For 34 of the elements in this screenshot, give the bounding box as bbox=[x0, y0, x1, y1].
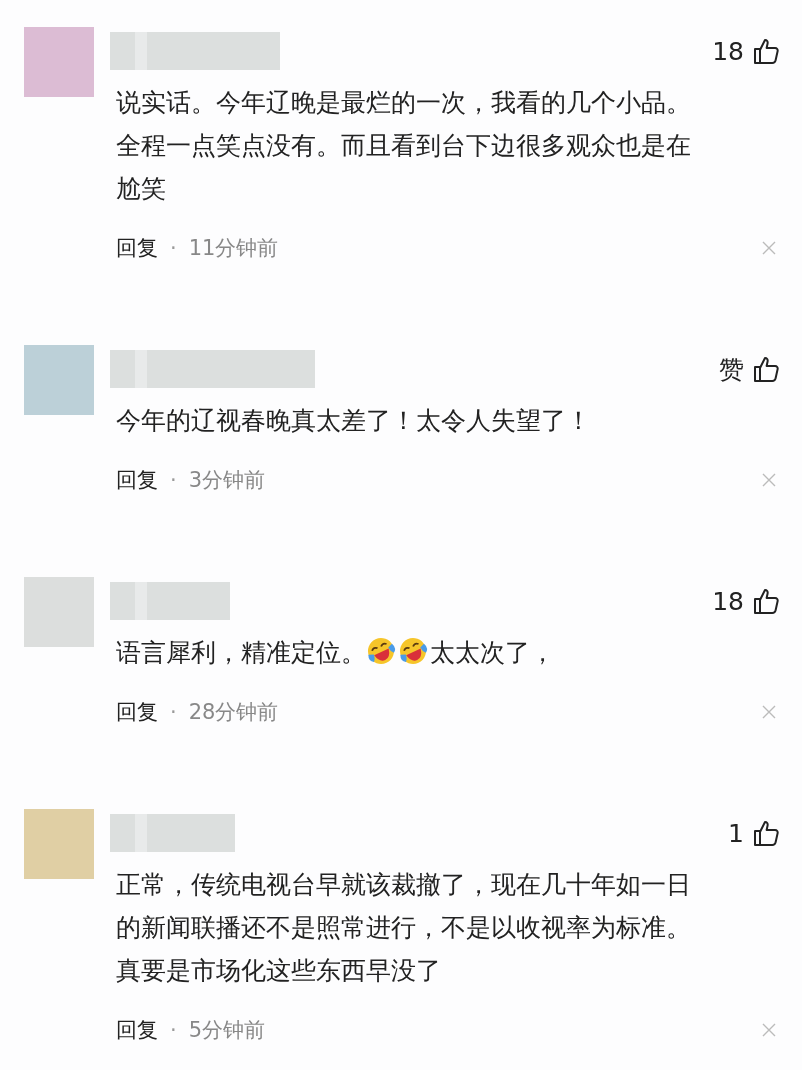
close-icon[interactable] bbox=[762, 241, 776, 255]
laughing-crying-emoji-icon bbox=[398, 636, 428, 666]
laughing-crying-emoji-icon bbox=[366, 636, 396, 666]
close-icon[interactable] bbox=[762, 705, 776, 719]
comment-text: 说实话。今年辽晚是最烂的一次，我看的几个小品。 全程一点笑点没有。而且看到台下边很多观众也是在 尬笑 bbox=[116, 87, 692, 205]
thumbs-up-icon[interactable] bbox=[752, 355, 780, 383]
comment-time: 11分钟前 bbox=[188, 235, 279, 262]
reply-link[interactable]: 回复 bbox=[116, 1016, 158, 1044]
reply-link[interactable]: 回复 bbox=[116, 466, 158, 494]
like-count: 18 bbox=[712, 586, 744, 616]
reply-link[interactable]: 回复 bbox=[116, 698, 158, 726]
close-icon[interactable] bbox=[762, 1023, 776, 1037]
like-count: 1 bbox=[728, 818, 744, 848]
avatar[interactable] bbox=[24, 27, 94, 97]
avatar[interactable] bbox=[24, 577, 94, 647]
separator-dot: · bbox=[170, 1018, 177, 1042]
avatar[interactable] bbox=[24, 345, 94, 415]
separator-dot: · bbox=[170, 700, 177, 724]
like-count: 赞 bbox=[719, 353, 744, 386]
separator-dot: · bbox=[170, 236, 177, 260]
comment-time: 28分钟前 bbox=[188, 699, 279, 726]
comment-text: 正常，传统电视台早就该裁撤了，现在几十年如一日 的新闻联播还不是照常进行，不是以收视率为标准。 真要是市场化这些东西早没了 bbox=[116, 869, 692, 987]
thumbs-up-icon[interactable] bbox=[752, 587, 780, 615]
comment-time: 5分钟前 bbox=[188, 1017, 266, 1044]
separator-dot: · bbox=[170, 468, 177, 492]
comment-text: 语言犀利，精准定位。 太太次了， bbox=[116, 635, 556, 669]
avatar[interactable] bbox=[24, 809, 94, 879]
reply-link[interactable]: 回复 bbox=[116, 234, 158, 262]
like-count: 18 bbox=[712, 36, 744, 66]
comment-text: 今年的辽视春晚真太差了！太令人失望了！ bbox=[116, 405, 592, 437]
thumbs-up-icon[interactable] bbox=[752, 819, 780, 847]
comment-time: 3分钟前 bbox=[188, 467, 266, 494]
thumbs-up-icon[interactable] bbox=[752, 37, 780, 65]
close-icon[interactable] bbox=[762, 473, 776, 487]
